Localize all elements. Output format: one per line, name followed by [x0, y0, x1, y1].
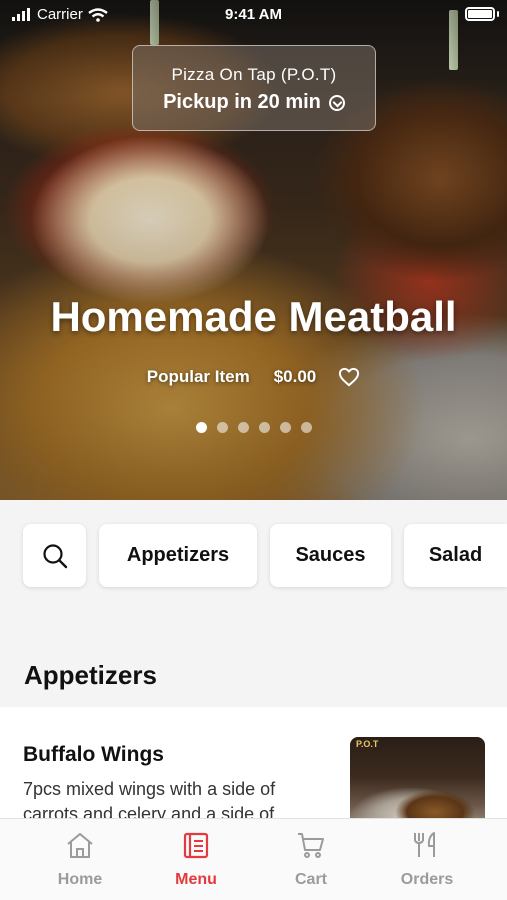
pickup-location-selector[interactable]: Pizza On Tap (P.O.T) Pickup in 20 min: [132, 45, 376, 131]
tab-home-label: Home: [57, 871, 103, 888]
carousel-dot[interactable]: [216, 422, 228, 433]
search-icon: [42, 543, 67, 568]
menu-item-image: P.O.T: [350, 737, 485, 827]
menu-item-name: Buffalo Wings: [23, 743, 164, 766]
carousel-dot[interactable]: [300, 422, 312, 433]
tab-cart-label: Cart: [294, 871, 327, 888]
carousel-dot[interactable]: [195, 422, 207, 433]
fork-knife-icon: [414, 832, 435, 857]
category-chip-sauces[interactable]: Sauces: [270, 524, 391, 587]
popular-tag: Popular Item: [146, 367, 250, 386]
featured-item-title: Homemade Meatball: [50, 293, 457, 340]
status-time: 9:41 AM: [225, 6, 282, 23]
tab-menu[interactable]: Menu: [146, 831, 246, 889]
tab-home[interactable]: Home: [30, 831, 130, 889]
category-chip-salad[interactable]: Salad: [404, 524, 507, 587]
tab-menu-label: Menu: [175, 871, 217, 888]
bottom-tab-bar: Home Menu Cart Orders: [0, 818, 507, 900]
home-icon: [67, 833, 93, 858]
pickup-time-row: Pickup in 20 min: [133, 91, 375, 114]
carousel-dot[interactable]: [258, 422, 270, 433]
category-chip-appetizers[interactable]: Appetizers: [99, 524, 257, 587]
menu-item-card[interactable]: Buffalo Wings 7pcs mixed wings with a si…: [0, 707, 507, 827]
category-search-button[interactable]: [23, 524, 86, 587]
carousel-dot[interactable]: [237, 422, 249, 433]
thumb-sign-text: P.O.T: [356, 739, 379, 749]
status-bar: Carrier 9:41 AM: [0, 0, 507, 30]
carousel-dot[interactable]: [279, 422, 291, 433]
chevron-down-icon: [328, 94, 345, 111]
tab-cart[interactable]: Cart: [261, 831, 361, 889]
battery-icon: [465, 7, 495, 21]
heart-icon[interactable]: [338, 367, 360, 387]
featured-price: $0.00: [273, 367, 317, 386]
pickup-time-label: Pickup in 20 min: [163, 91, 321, 113]
battery-tip: [497, 11, 499, 17]
category-bar: Appetizers Sauces Salad: [0, 500, 507, 610]
restaurant-name: Pizza On Tap (P.O.T): [171, 65, 337, 84]
hero-banner[interactable]: Carrier 9:41 AM Pizza On Tap (P.O.T) Pic…: [0, 0, 507, 500]
featured-item-meta: Popular Item $0.00: [0, 367, 507, 387]
menu-book-icon: [183, 832, 209, 859]
carousel-indicator[interactable]: [0, 422, 507, 433]
tab-orders-label: Orders: [400, 871, 454, 888]
section-title: Appetizers: [24, 660, 157, 690]
cart-icon: [298, 833, 324, 858]
tab-orders[interactable]: Orders: [377, 831, 477, 889]
